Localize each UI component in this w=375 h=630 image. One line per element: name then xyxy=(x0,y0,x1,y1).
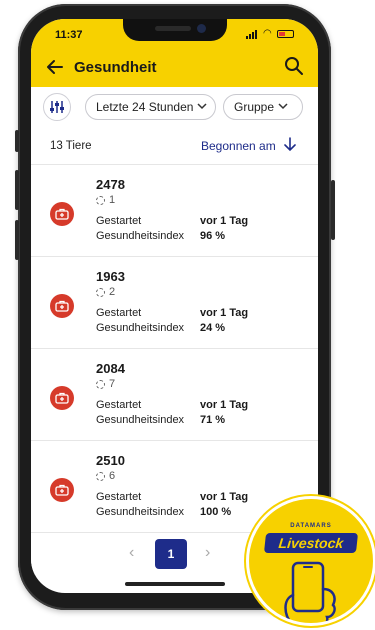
arrow-down-icon[interactable] xyxy=(284,136,296,155)
medical-case-icon xyxy=(50,294,74,318)
phone-mute-switch xyxy=(15,130,19,152)
list-item[interactable]: 1963 2 Gestartet vor 1 Tag Gesundheitsin… xyxy=(31,257,318,349)
phone-power-button xyxy=(331,180,335,240)
started-value: vor 1 Tag xyxy=(200,307,249,319)
time-range-label: Letzte 24 Stunden xyxy=(96,100,194,114)
health-index-label: Gesundheitsindex xyxy=(96,414,185,426)
animal-list: 2478 1 Gestartet vor 1 Tag Gesundheitsin… xyxy=(31,165,318,535)
animal-sub: 6 xyxy=(96,470,115,482)
dashed-circle-icon xyxy=(96,195,105,205)
app-bar: Gesundheit xyxy=(31,55,318,85)
medical-case-icon xyxy=(50,386,74,410)
started-label: Gestartet xyxy=(96,491,142,503)
list-header: 13 Tiere Begonnen am xyxy=(31,127,318,165)
filter-bar: Letzte 24 Stunden Gruppe xyxy=(31,87,318,127)
arrow-left-icon[interactable] xyxy=(45,55,65,79)
health-index-label: Gesundheitsindex xyxy=(96,322,185,334)
sort-button[interactable]: Begonnen am xyxy=(201,139,276,153)
medical-case-icon xyxy=(50,478,74,502)
filter-sliders-icon xyxy=(50,101,64,113)
started-value: vor 1 Tag xyxy=(200,399,249,411)
animal-sub-value: 1 xyxy=(109,194,116,206)
chevron-left-icon[interactable]: ‹ xyxy=(129,544,134,562)
animal-number: 2510 xyxy=(96,453,125,468)
animal-sub-value: 6 xyxy=(109,470,116,482)
animal-sub: 2 xyxy=(96,286,115,298)
brand-logo: Livestock xyxy=(263,533,359,553)
signal-icon xyxy=(246,30,257,39)
camera-lens xyxy=(197,24,206,33)
top-bar: 11:37 ◠ Gesundheit xyxy=(31,19,318,87)
health-index-label: Gesundheitsindex xyxy=(96,506,185,518)
chevron-down-icon xyxy=(278,102,288,113)
chevron-down-icon xyxy=(197,102,207,113)
phone-volume-down xyxy=(15,220,19,260)
animal-sub: 7 xyxy=(96,378,115,390)
animal-number: 1963 xyxy=(96,269,125,284)
time-range-dropdown[interactable]: Letzte 24 Stunden xyxy=(85,94,216,120)
filter-button[interactable] xyxy=(43,93,71,121)
phone-notch xyxy=(123,19,227,41)
started-value: vor 1 Tag xyxy=(200,215,249,227)
animal-sub-value: 2 xyxy=(109,286,116,298)
animal-number: 2084 xyxy=(96,361,125,376)
brand-badge: DATAMARS Livestock xyxy=(246,496,375,626)
home-indicator xyxy=(125,582,225,586)
health-index-label: Gesundheitsindex xyxy=(96,230,185,242)
speaker-grill xyxy=(155,26,191,31)
group-dropdown[interactable]: Gruppe xyxy=(223,94,303,120)
started-label: Gestartet xyxy=(96,399,142,411)
hand-phone-icon xyxy=(275,559,351,623)
animal-sub: 1 xyxy=(96,194,115,206)
animal-count: 13 Tiere xyxy=(50,140,92,152)
list-item[interactable]: 2084 7 Gestartet vor 1 Tag Gesundheitsin… xyxy=(31,349,318,441)
page-title: Gesundheit xyxy=(74,59,157,76)
health-index-value: 100 % xyxy=(200,506,232,518)
health-index-value: 24 % xyxy=(200,322,226,334)
health-index-value: 71 % xyxy=(200,414,226,426)
animal-number: 2478 xyxy=(96,177,125,192)
dashed-circle-icon xyxy=(96,471,105,481)
wifi-icon: ◠ xyxy=(263,28,272,39)
dashed-circle-icon xyxy=(96,287,105,297)
search-icon[interactable] xyxy=(284,56,304,76)
brand-name: DATAMARS xyxy=(290,523,332,529)
started-label: Gestartet xyxy=(96,215,142,227)
chevron-right-icon[interactable]: › xyxy=(205,544,210,562)
started-label: Gestartet xyxy=(96,307,142,319)
phone-volume-up xyxy=(15,170,19,210)
medical-case-icon xyxy=(50,202,74,226)
group-label: Gruppe xyxy=(234,100,275,114)
battery-icon xyxy=(277,30,294,38)
dashed-circle-icon xyxy=(96,379,105,389)
status-time: 11:37 xyxy=(55,29,83,41)
animal-sub-value: 7 xyxy=(109,378,116,390)
page-button-current[interactable]: 1 xyxy=(155,539,187,569)
list-item[interactable]: 2478 1 Gestartet vor 1 Tag Gesundheitsin… xyxy=(31,165,318,257)
started-value: vor 1 Tag xyxy=(200,491,249,503)
health-index-value: 96 % xyxy=(200,230,226,242)
